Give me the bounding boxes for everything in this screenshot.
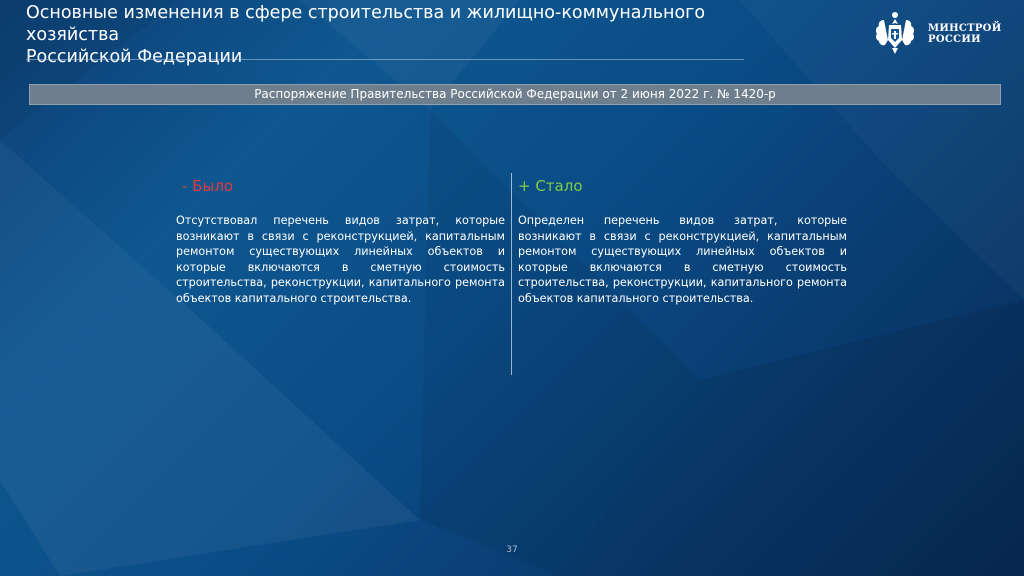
title-underline bbox=[26, 59, 744, 60]
now-heading: + Стало bbox=[518, 177, 583, 195]
slide-title-line-2: хозяйства bbox=[26, 25, 120, 45]
now-description: Определен перечень видов затрат, которые… bbox=[518, 214, 847, 305]
logo-line-1: МИНСТРОЙ bbox=[928, 23, 1002, 34]
eagle-emblem-icon bbox=[875, 12, 915, 54]
slide-title-line-1: Основные изменения в сфере строительства… bbox=[26, 3, 706, 23]
slide-title-line-3: Российской Федерации bbox=[26, 47, 243, 67]
ministry-logo: МИНСТРОЙ РОССИИ bbox=[870, 10, 1001, 56]
decree-banner: Распоряжение Правительства Российской Фе… bbox=[29, 84, 1001, 105]
column-divider bbox=[511, 173, 512, 375]
was-heading: - Было bbox=[182, 177, 234, 195]
page-number: 37 bbox=[506, 545, 518, 555]
logo-text: МИНСТРОЙ РОССИИ bbox=[928, 23, 1001, 45]
logo-line-2: РОССИИ bbox=[928, 34, 981, 45]
was-description: Отсутствовал перечень видов затрат, кото… bbox=[176, 214, 505, 305]
